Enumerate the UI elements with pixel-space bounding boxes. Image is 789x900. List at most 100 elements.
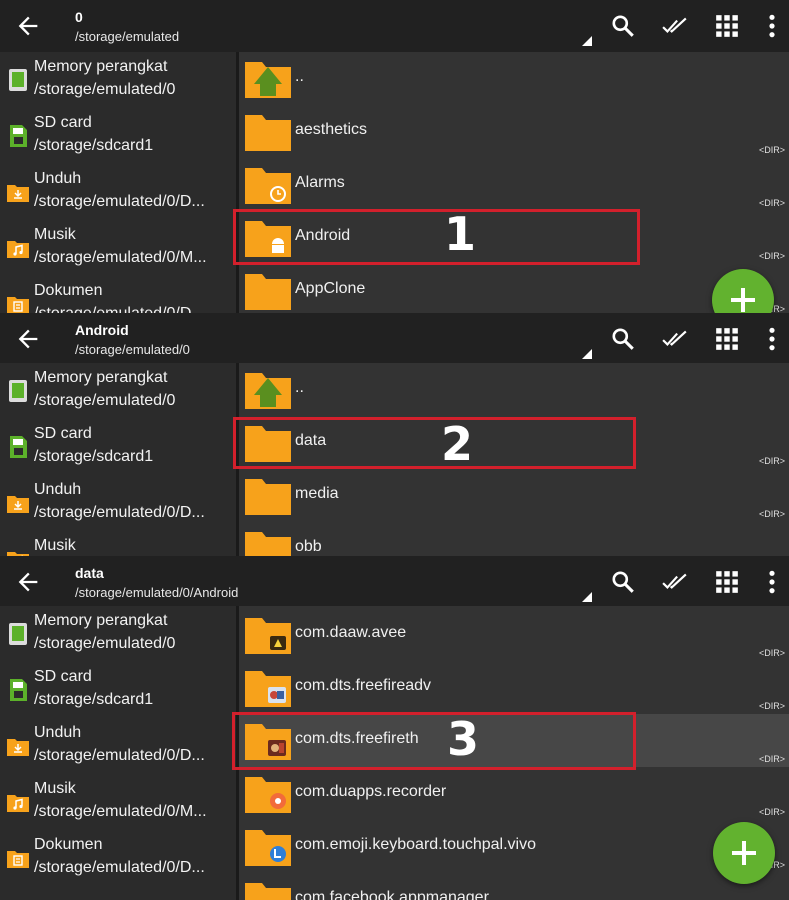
sidebar: Memory perangkat /storage/emulated/0 SD … [0,52,236,313]
search-icon[interactable] [610,569,636,595]
sidebar-item-unduh[interactable]: Unduh /storage/emulated/0/D... [0,475,236,531]
sidebar-item-path: /storage/emulated/0 [34,635,176,652]
select-all-icon[interactable] [662,326,688,352]
sidebar-item-label: Musik [34,226,76,243]
file-name: com.dts.freefireadv [295,677,432,694]
sidebar-item-label: SD card [34,668,92,685]
more-menu-icon[interactable] [759,569,785,595]
file-name: com.emoji.keyboard.touchpal.vivo [295,836,537,853]
dir-label: <DIR> [758,807,785,817]
parent-folder-icon [245,373,291,409]
select-all-icon[interactable] [662,569,688,595]
list-item-folder[interactable]: Alarms <DIR> [239,158,789,211]
music-folder-icon [7,795,29,812]
back-arrow-icon[interactable] [14,568,42,596]
step-number: 3 [447,712,480,766]
list-item-folder[interactable]: com.daaw.avee <DIR> [239,608,789,661]
back-arrow-icon[interactable] [14,12,42,40]
list-item-parent[interactable]: .. [239,52,789,105]
add-button[interactable] [713,822,775,884]
sidebar-item-unduh[interactable]: Unduh /storage/emulated/0/D... [0,164,236,220]
dir-label: <DIR> [758,251,785,261]
file-name: com.duapps.recorder [295,783,447,800]
search-icon[interactable] [610,326,636,352]
file-browser-panel-1: 0 /storage/emulated Memory perangkat /st… [0,0,789,313]
sidebar-item-path: /storage/sdcard1 [34,448,154,465]
sidebar-item-label: Unduh [34,170,82,187]
sidebar-item-unduh[interactable]: Unduh /storage/emulated/0/D... [0,718,236,774]
dir-label: <DIR> [758,701,785,711]
file-name: com.daaw.avee [295,624,407,641]
recorder-folder-icon [245,777,291,813]
sidebar-item-musik[interactable]: Musik [0,531,236,556]
sidebar-item-sd-card[interactable]: SD card /storage/sdcard1 [0,108,236,164]
music-folder-icon [7,241,29,258]
sidebar-item-sd-card[interactable]: SD card /storage/sdcard1 [0,419,236,475]
list-item-folder[interactable]: AppClone <DIR> [239,264,789,313]
grid-view-icon[interactable] [714,569,740,595]
parent-folder-icon [245,62,291,98]
document-folder-icon [7,851,29,868]
sidebar: Memory perangkat /storage/emulated/0 SD … [0,606,236,900]
folder-icon [245,115,291,151]
list-item-folder[interactable]: aesthetics <DIR> [239,105,789,158]
toolbar-title: Android [75,322,129,338]
more-menu-icon[interactable] [759,326,785,352]
dropdown-corner-icon[interactable] [582,592,592,602]
alarm-folder-icon [245,168,291,204]
list-item-folder[interactable]: com.duapps.recorder <DIR> [239,767,789,820]
sidebar-item-dokumen[interactable]: Dokumen /storage/emulated/0/D... [0,276,236,313]
toolbar: data /storage/emulated/0/Android [0,556,789,606]
sidebar-item-label: Unduh [34,481,82,498]
sidebar-item-label: Dokumen [34,836,103,853]
document-folder-icon [7,297,29,313]
toolbar: 0 /storage/emulated [0,0,789,52]
dropdown-corner-icon[interactable] [582,36,592,46]
sd-card-icon [10,436,27,458]
plus-icon [732,841,756,865]
step-number: 2 [441,417,474,471]
list-item-parent[interactable]: .. [239,363,789,416]
sidebar-item-memory[interactable]: Memory perangkat /storage/emulated/0 [0,606,236,662]
sidebar-item-label: Unduh [34,724,82,741]
music-folder-icon [7,552,29,556]
grid-view-icon[interactable] [714,13,740,39]
more-menu-icon[interactable] [759,13,785,39]
search-icon[interactable] [610,13,636,39]
file-name: .. [295,379,304,396]
list-item-folder[interactable]: obb [239,522,789,556]
grid-view-icon[interactable] [714,326,740,352]
list-item-folder[interactable]: media <DIR> [239,469,789,522]
list-item-folder[interactable]: com.facebook.appmanager [239,873,789,900]
list-item-folder[interactable]: com.emoji.keyboard.touchpal.vivo <DIR> [239,820,789,873]
download-folder-icon [7,739,29,756]
sidebar-item-memory[interactable]: Memory perangkat /storage/emulated/0 [0,363,236,419]
dropdown-corner-icon[interactable] [582,349,592,359]
plus-icon [731,288,755,312]
back-arrow-icon[interactable] [14,325,42,353]
sidebar-item-sd-card[interactable]: SD card /storage/sdcard1 [0,662,236,718]
phone-storage-icon [9,380,27,402]
sidebar-item-label: Musik [34,780,76,797]
sidebar-item-musik[interactable]: Musik /storage/emulated/0/M... [0,774,236,830]
highlight-box [233,417,636,469]
toolbar-title: data [75,565,104,581]
sidebar-item-label: SD card [34,425,92,442]
phone-storage-icon [9,69,27,91]
file-browser-panel-2: Android /storage/emulated/0 Memory peran… [0,313,789,556]
toolbar-path: /storage/emulated [75,29,180,44]
sd-card-icon [10,125,27,147]
list-item-folder[interactable]: com.dts.freefireadv <DIR> [239,661,789,714]
sidebar-item-label: Memory perangkat [34,369,168,386]
sidebar-item-dokumen[interactable]: Dokumen /storage/emulated/0/D... [0,830,236,886]
download-folder-icon [7,496,29,513]
download-folder-icon [7,185,29,202]
sidebar-item-memory[interactable]: Memory perangkat /storage/emulated/0 [0,52,236,108]
sidebar-item-label: SD card [34,114,92,131]
sidebar-item-musik[interactable]: Musik /storage/emulated/0/M... [0,220,236,276]
file-browser-panel-3: data /storage/emulated/0/Android Memory … [0,556,789,900]
sidebar-item-path: /storage/emulated/0 [34,81,176,98]
select-all-icon[interactable] [662,13,688,39]
keyboard-folder-icon [245,830,291,866]
sidebar-item-path: /storage/sdcard1 [34,137,154,154]
